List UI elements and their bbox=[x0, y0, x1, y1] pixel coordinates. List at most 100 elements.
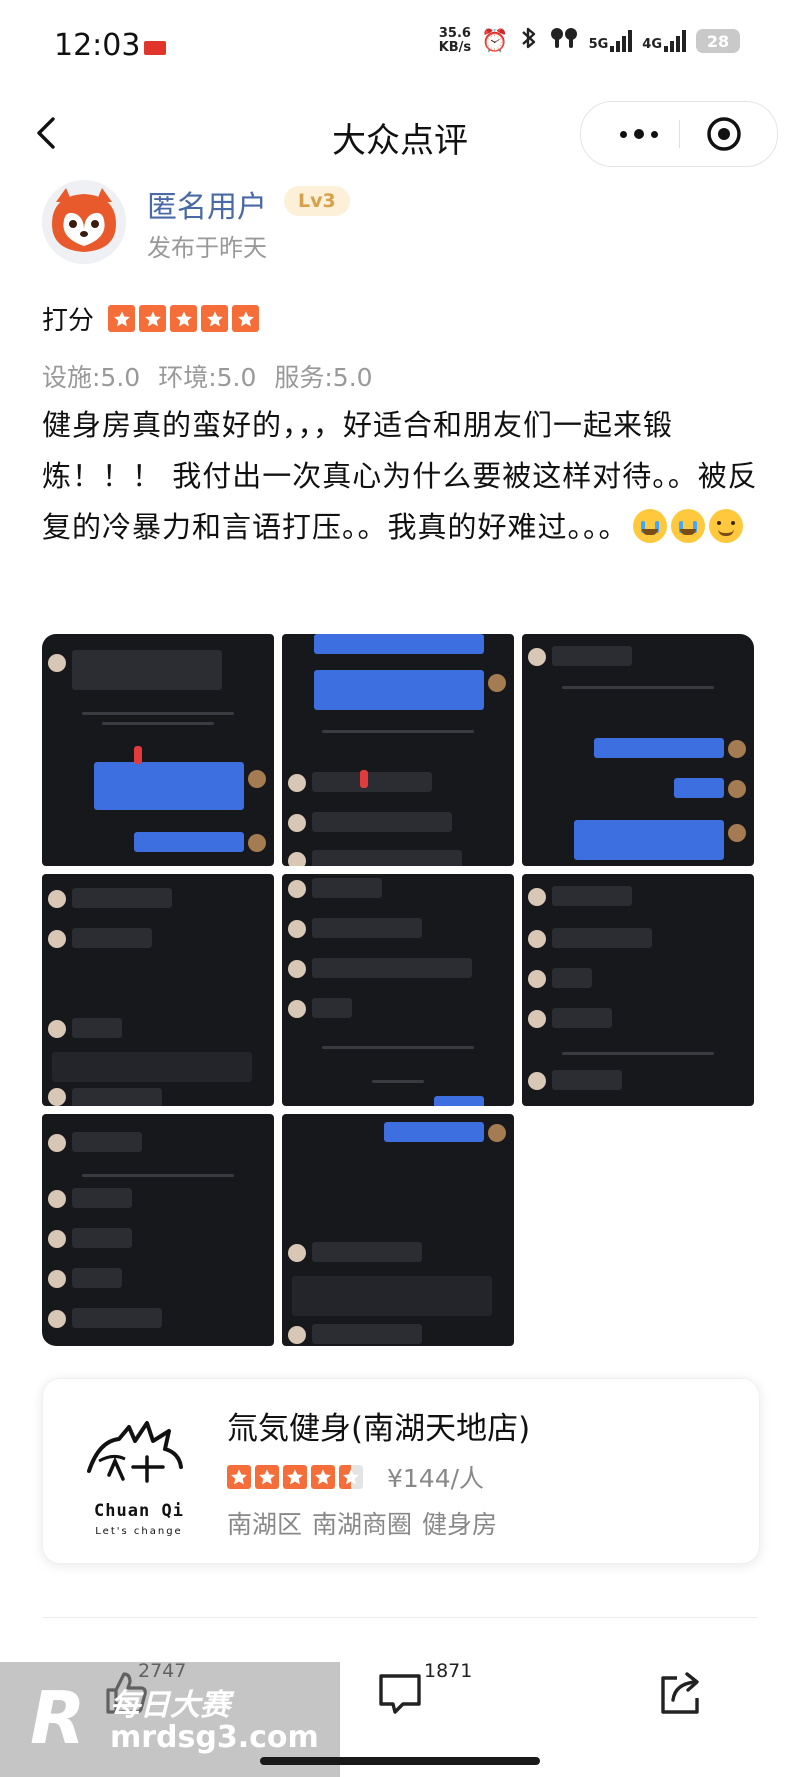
chat-bubble bbox=[312, 772, 432, 792]
comment-icon bbox=[379, 1674, 421, 1714]
chat-avatar bbox=[288, 920, 306, 938]
comment-count: 1871 bbox=[424, 1660, 473, 1682]
chat-bubble bbox=[72, 1268, 122, 1288]
chat-bubble bbox=[384, 1122, 484, 1142]
crying-face-emoji-icon bbox=[632, 509, 667, 543]
target-close-icon bbox=[707, 117, 741, 151]
chat-bubble bbox=[72, 650, 222, 690]
close-mini-program-button[interactable] bbox=[705, 115, 743, 153]
sub-score: 设施:5.0 bbox=[42, 363, 141, 392]
chat-bubble bbox=[312, 998, 352, 1018]
signal-5g-icon: 5G bbox=[589, 30, 633, 52]
security-notice bbox=[292, 1276, 492, 1316]
photo-thumbnail[interactable] bbox=[282, 874, 514, 1106]
earbuds-icon bbox=[549, 26, 579, 56]
chat-bubble bbox=[312, 850, 462, 866]
photo-thumbnail[interactable] bbox=[42, 874, 274, 1106]
user-name[interactable]: 匿名用户 bbox=[147, 182, 267, 226]
chat-bubble bbox=[72, 1132, 142, 1152]
star-icon bbox=[255, 1465, 279, 1489]
chat-avatar bbox=[288, 1000, 306, 1018]
star-rating bbox=[108, 305, 260, 332]
redaction-mark bbox=[134, 746, 142, 764]
chat-bubble bbox=[94, 762, 244, 810]
star-icon bbox=[170, 305, 198, 332]
shop-logo: Chuan Qi Let's change bbox=[69, 1401, 209, 1541]
shop-meta: 南湖区 南湖商圈 健身房 bbox=[227, 1505, 497, 1541]
chat-avatar bbox=[728, 824, 746, 842]
signal-4g-label: 4G bbox=[642, 37, 662, 52]
watermark-url: mrdsg3.com bbox=[110, 1720, 319, 1755]
sub-scores: 设施:5.0 环境:5.0 服务:5.0 bbox=[42, 358, 373, 394]
network-speed-value: 35.6 bbox=[438, 26, 471, 41]
shop-area: 南湖商圈 bbox=[312, 1510, 413, 1539]
star-icon bbox=[283, 1465, 307, 1489]
chat-avatar bbox=[48, 1270, 66, 1288]
photo-thumbnail[interactable] bbox=[42, 1114, 274, 1346]
watermark-brand: 每日大赛 bbox=[110, 1688, 230, 1723]
chat-system-line bbox=[372, 1080, 424, 1083]
chat-bubble bbox=[312, 958, 472, 978]
chat-bubble bbox=[312, 1324, 422, 1344]
user-level-badge: Lv3 bbox=[284, 186, 350, 216]
photo-thumbnail[interactable] bbox=[522, 874, 754, 1106]
chat-system-line bbox=[562, 686, 714, 689]
chat-avatar bbox=[288, 814, 306, 832]
chat-avatar bbox=[288, 960, 306, 978]
chat-bubble bbox=[552, 928, 652, 948]
star-icon bbox=[227, 1465, 251, 1489]
chat-bubble bbox=[552, 1070, 622, 1090]
photo-thumbnail[interactable] bbox=[282, 1114, 514, 1346]
chat-bubble bbox=[314, 670, 484, 710]
chat-avatar bbox=[48, 1230, 66, 1248]
chat-bubble bbox=[72, 1228, 132, 1248]
shop-category: 健身房 bbox=[422, 1510, 498, 1539]
capsule-divider bbox=[679, 120, 680, 148]
shop-district: 南湖区 bbox=[227, 1510, 303, 1539]
chat-avatar bbox=[528, 888, 546, 906]
smiling-face-with-tear-emoji-icon bbox=[708, 509, 743, 543]
shop-card[interactable]: Chuan Qi Let's change 氚気健身(南湖天地店) ¥144/人… bbox=[42, 1378, 760, 1564]
chat-bubble bbox=[72, 1088, 162, 1106]
review-text: 健身房真的蛮好的，，，好适合和朋友们一起来锻炼！！！ 我付出一次真心为什么要被这… bbox=[42, 400, 762, 553]
chat-avatar bbox=[528, 648, 546, 666]
photo-thumbnail[interactable] bbox=[522, 634, 754, 866]
chat-bubble bbox=[552, 886, 632, 906]
chat-bubble bbox=[134, 832, 244, 852]
shop-logo-icon bbox=[87, 1421, 183, 1483]
chat-avatar bbox=[248, 834, 266, 852]
share-button[interactable] bbox=[655, 1668, 705, 1718]
star-icon bbox=[339, 1465, 363, 1489]
chat-avatar bbox=[728, 780, 746, 798]
more-button[interactable] bbox=[601, 102, 677, 166]
star-icon bbox=[108, 305, 136, 332]
comment-button[interactable] bbox=[375, 1668, 425, 1718]
chat-bubble bbox=[552, 646, 632, 666]
chat-bubble bbox=[312, 878, 382, 898]
chat-system-line bbox=[322, 1046, 474, 1049]
signal-4g-icon: 4G bbox=[642, 30, 686, 52]
chat-bubble bbox=[72, 1188, 132, 1208]
chat-bubble bbox=[312, 918, 422, 938]
red-panda-avatar-icon bbox=[42, 180, 126, 264]
chat-avatar bbox=[288, 1326, 306, 1344]
nav-bar: 大众点评 bbox=[0, 95, 800, 175]
chat-avatar bbox=[48, 1310, 66, 1328]
bluetooth-icon bbox=[519, 26, 539, 56]
chat-avatar bbox=[528, 1010, 546, 1028]
photo-thumbnail[interactable] bbox=[282, 634, 514, 866]
chat-bubble bbox=[72, 928, 152, 948]
chat-avatar bbox=[48, 1134, 66, 1152]
chat-bubble bbox=[552, 968, 592, 988]
avatar[interactable] bbox=[42, 180, 126, 264]
star-icon bbox=[311, 1465, 335, 1489]
chat-bubble bbox=[72, 1018, 122, 1038]
photo-thumbnail[interactable] bbox=[42, 634, 274, 866]
chat-bubble bbox=[312, 1242, 422, 1262]
chat-avatar bbox=[248, 770, 266, 788]
chat-avatar bbox=[48, 890, 66, 908]
signal-5g-label: 5G bbox=[588, 37, 609, 52]
chat-avatar bbox=[48, 1088, 66, 1106]
home-indicator bbox=[260, 1757, 540, 1765]
chat-bubble bbox=[312, 812, 452, 832]
